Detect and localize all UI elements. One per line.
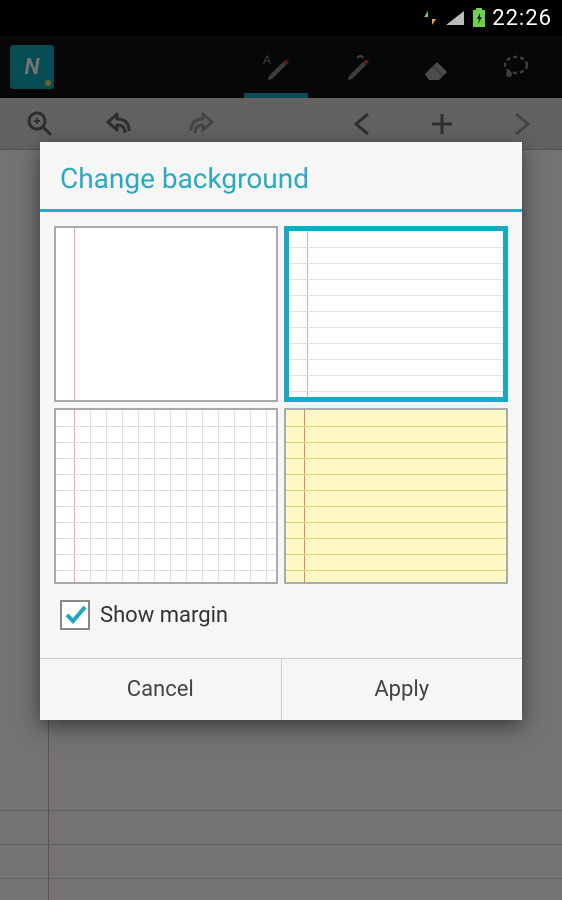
show-margin-checkbox[interactable]: [60, 600, 90, 630]
apply-button[interactable]: Apply: [281, 659, 523, 720]
change-background-dialog: Change background: [40, 142, 522, 720]
status-bar: 22:26: [0, 0, 562, 36]
background-options-grid: [54, 226, 508, 584]
dialog-title: Change background: [40, 142, 522, 209]
battery-charging-icon: [472, 8, 486, 28]
background-option-blank[interactable]: [54, 226, 278, 402]
signal-icon: [444, 9, 466, 27]
show-margin-row[interactable]: Show margin: [54, 584, 508, 644]
background-option-ruled-yellow[interactable]: [284, 408, 508, 584]
background-option-grid[interactable]: [54, 408, 278, 584]
status-clock: 22:26: [492, 6, 552, 31]
sync-icon: [422, 9, 438, 27]
cancel-button[interactable]: Cancel: [40, 659, 281, 720]
background-option-ruled[interactable]: [284, 226, 508, 402]
dialog-button-row: Cancel Apply: [40, 658, 522, 720]
show-margin-label: Show margin: [100, 603, 228, 628]
checkmark-icon: [63, 603, 87, 627]
